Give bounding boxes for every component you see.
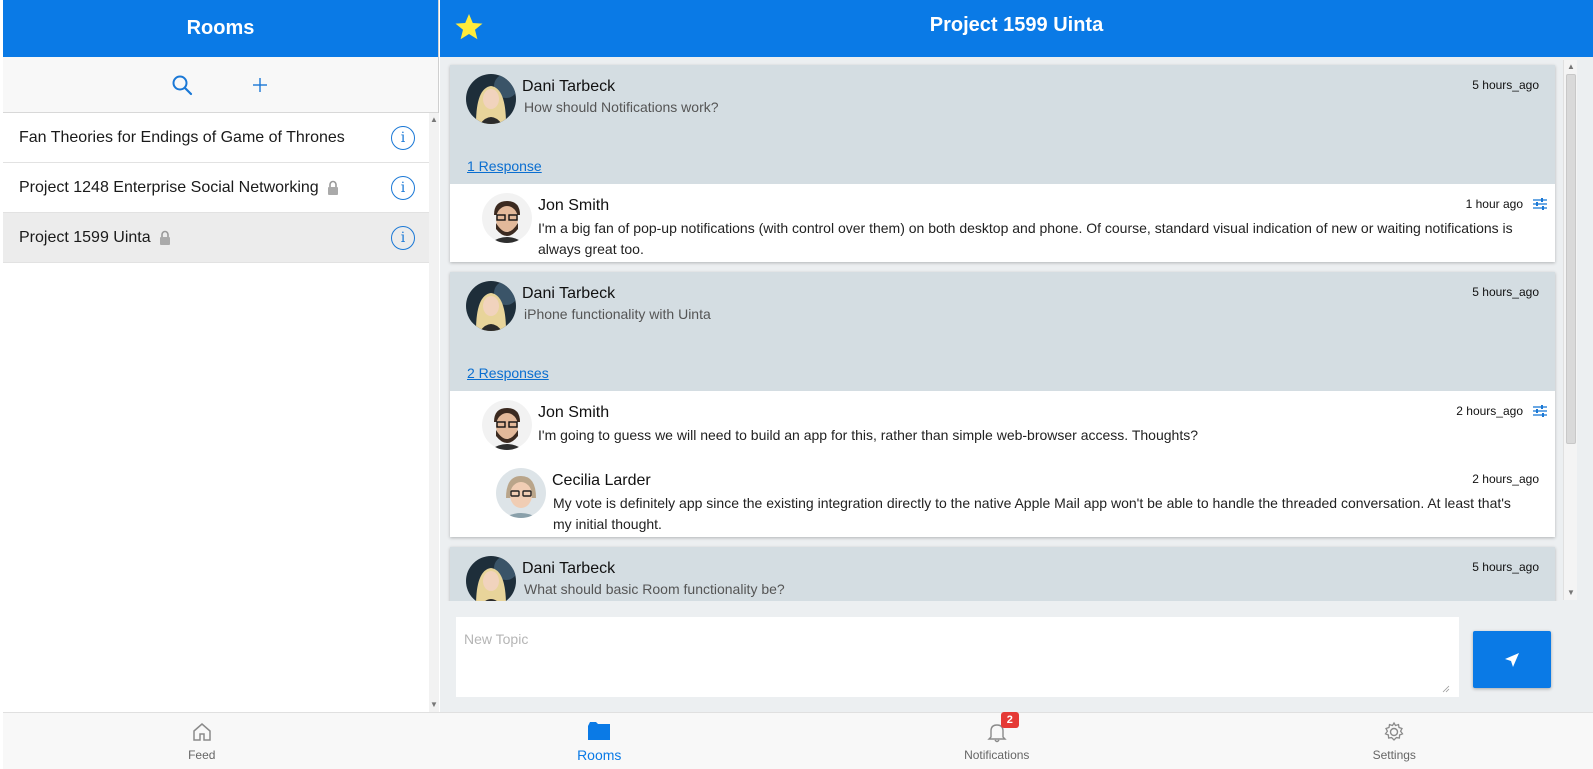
tune-icon[interactable] [1533,405,1547,417]
topic-timestamp: 5 hours_ago [1472,285,1539,299]
send-button[interactable] [1473,631,1551,688]
topic-author: Dani Tarbeck [522,78,616,95]
tune-icon[interactable] [1533,198,1547,210]
lock-icon [327,180,338,195]
nav-rooms[interactable]: Rooms [401,713,799,769]
nav-notifications[interactable]: 2 Notifications [798,712,1196,769]
conversation-header: Project 1599 Uinta [440,0,1593,57]
scroll-up-arrow[interactable]: ▲ [429,115,439,125]
avatar [482,400,532,450]
scroll-thumb[interactable] [1566,74,1576,444]
room-conversation-panel: Project 1599 Uinta Dani Tarbeck How shou… [440,0,1593,712]
topic-timestamp: 5 hours_ago [1472,78,1539,92]
rooms-panel: Rooms Fan Theories for Endings of Game o… [3,0,439,712]
reply-text: I'm going to guess we will need to build… [538,427,1198,443]
avatar [466,556,516,601]
topic-subject: What should basic Room functionality be? [524,581,785,597]
bottom-nav: Feed Rooms 2 Notifications Settings [3,712,1593,769]
scroll-down-arrow[interactable]: ▼ [1566,588,1576,598]
send-icon [1505,652,1519,667]
avatar [496,468,546,518]
nav-settings[interactable]: Settings [1196,713,1593,769]
reply-author: Cecilia Larder [552,472,651,489]
info-icon[interactable]: i [391,125,415,150]
room-name: Project 1599 Uinta [19,228,151,246]
star-icon[interactable] [454,12,484,42]
topic-card: Dani Tarbeck How should Notifications wo… [450,65,1555,262]
room-name: Project 1248 Enterprise Social Networkin… [19,178,319,196]
rooms-header: Rooms [3,0,438,57]
rooms-scrollbar[interactable]: ▲ ▼ [429,113,439,712]
topic-composer [440,601,1593,712]
notification-badge: 2 [1000,712,1019,728]
avatar [466,74,516,124]
scroll-down-arrow[interactable]: ▼ [429,700,439,710]
folder-icon [588,722,611,740]
topic-header: Dani Tarbeck How should Notifications wo… [450,65,1555,184]
scroll-up-arrow[interactable]: ▲ [1566,62,1576,72]
reply-timestamp: 2 hours_ago [1456,404,1523,418]
topic-feed: Dani Tarbeck How should Notifications wo… [440,57,1593,601]
topic-card: Dani Tarbeck iPhone functionality with U… [450,272,1555,537]
reply-author: Jon Smith [538,197,610,214]
search-icon [172,75,192,95]
feed-scrollbar[interactable]: ▲ ▼ [1563,60,1577,600]
add-room-button[interactable] [245,70,275,100]
nav-feed[interactable]: Feed [3,713,401,769]
responses-link[interactable]: 1 Response [467,158,542,174]
nav-label: Feed [188,748,216,762]
reply: Jon Smith 1 hour ago I'm a big fan of po… [450,184,1555,262]
room-list: Fan Theories for Endings of Game of Thro… [3,113,431,263]
gear-icon [1384,721,1404,741]
topic-card: Dani Tarbeck What should basic Room func… [450,547,1555,601]
room-item[interactable]: Fan Theories for Endings of Game of Thro… [3,113,431,163]
lock-icon [159,230,170,245]
topic-timestamp: 5 hours_ago [1472,560,1539,574]
nav-label: Rooms [577,747,622,763]
plus-icon [252,77,267,92]
topic-subject: iPhone functionality with Uinta [524,306,711,322]
avatar [482,193,532,243]
room-item-selected[interactable]: Project 1599 Uinta i [3,213,431,263]
info-icon[interactable]: i [391,225,415,250]
topic-author: Dani Tarbeck [522,560,616,577]
topic-subject: How should Notifications work? [524,99,719,115]
resize-grip-icon[interactable] [1440,683,1450,693]
reply-text: I'm a big fan of pop-up notifications (w… [538,220,1513,257]
home-icon [193,723,211,741]
search-button[interactable] [167,70,197,100]
info-icon[interactable]: i [391,175,415,200]
nav-label: Notifications [964,748,1030,762]
reply-text: My vote is definitely app since the exis… [553,495,1511,532]
reply-timestamp: 1 hour ago [1465,197,1523,211]
reply: Cecilia Larder 2 hours_ago My vote is de… [450,459,1555,537]
topic-header: Dani Tarbeck What should basic Room func… [450,547,1555,601]
room-title: Project 1599 Uinta [929,14,1104,36]
topic-author: Dani Tarbeck [522,285,616,302]
reply-timestamp: 2 hours_ago [1472,472,1539,486]
responses-link[interactable]: 2 Responses [467,365,549,381]
reply-author: Jon Smith [538,404,610,421]
topic-header: Dani Tarbeck iPhone functionality with U… [450,272,1555,391]
new-topic-input[interactable] [456,617,1459,697]
reply: Jon Smith 2 hours_ago I'm going to guess… [450,391,1555,459]
avatar [466,281,516,331]
rooms-title: Rooms [186,17,255,39]
room-name: Fan Theories for Endings of Game of Thro… [19,128,345,146]
room-list-container: Fan Theories for Endings of Game of Thro… [3,113,439,712]
nav-label: Settings [1372,748,1416,762]
room-item[interactable]: Project 1248 Enterprise Social Networkin… [3,163,431,213]
rooms-toolbar [3,57,438,113]
